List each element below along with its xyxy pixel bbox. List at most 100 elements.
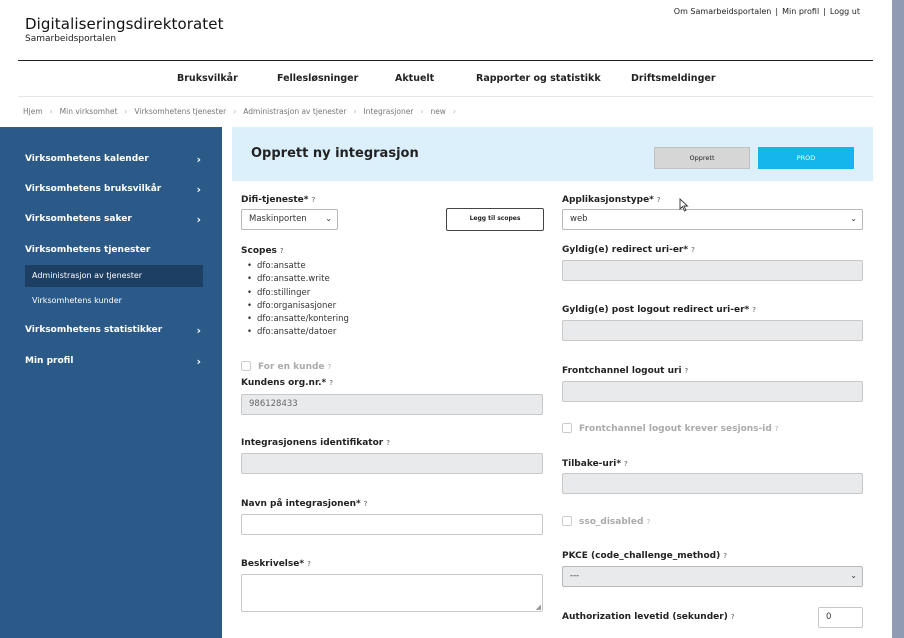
nav-aktuelt[interactable]: Aktuelt: [395, 73, 434, 84]
scopes-label-text: Scopes: [241, 246, 277, 256]
help-icon[interactable]: ?: [624, 460, 628, 468]
site-header: Digitaliseringsdirektoratet Samarbeidspo…: [0, 0, 892, 62]
help-icon[interactable]: ?: [386, 439, 390, 447]
difi-select[interactable]: Maskinporten ⌄: [241, 209, 338, 230]
postlogout-field[interactable]: [562, 320, 863, 341]
top-link-om[interactable]: Om Samarbeidsportalen: [674, 7, 772, 16]
help-icon[interactable]: ?: [364, 500, 368, 508]
frontchannel-session-row: Frontchannel logout krever sesjons-id?: [562, 423, 779, 434]
chevron-right-icon: ›: [196, 355, 201, 368]
apptype-select[interactable]: web ⌄: [562, 209, 863, 230]
help-icon[interactable]: ?: [723, 552, 727, 560]
site-logo-subtitle: Samarbeidsportalen: [25, 34, 117, 44]
sso-label: sso_disabled: [579, 517, 644, 527]
authlife-label-text: Authorization levetid (sekunder): [562, 612, 728, 622]
nav-felleslosninger[interactable]: Fellesløsninger: [277, 73, 358, 84]
list-item: dfo:ansatte/datoer: [247, 327, 349, 340]
sidebar-item-tjenester[interactable]: Virksomhetens tjenester: [25, 245, 205, 255]
tilbake-label: Tilbake-uri*?: [562, 459, 628, 469]
identifikator-label: Integrasjonens identifikator?: [241, 438, 390, 448]
frontchannel-label-text: Frontchannel logout uri: [562, 366, 682, 376]
orgnr-label-text: Kundens org.nr.*: [241, 378, 327, 388]
scopes-list: dfo:ansatte dfo:ansatte.write dfo:stilli…: [247, 261, 349, 341]
redirect-label: Gyldig(e) redirect uri-er*?: [562, 245, 695, 255]
for-kunde-checkbox[interactable]: [241, 361, 251, 371]
sidebar-item-label: Virksomhetens tjenester: [25, 245, 151, 255]
page-title: Opprett ny integrasjon: [251, 146, 419, 161]
frontchannel-field[interactable]: [562, 381, 863, 402]
navn-field[interactable]: [241, 514, 543, 535]
prod-button[interactable]: PROD: [758, 147, 854, 169]
breadcrumb-administrasjon[interactable]: Administrasjon av tjenester: [243, 107, 346, 116]
apptype-select-value: web: [570, 214, 588, 224]
breadcrumb-min-virksomhet[interactable]: Min virksomhet: [60, 107, 118, 116]
scopes-label: Scopes?: [241, 246, 284, 256]
opprett-button[interactable]: Opprett: [654, 147, 750, 169]
sidebar-subitem-administrasjon[interactable]: Administrasjon av tjenester: [25, 265, 203, 287]
list-item: dfo:ansatte.write: [247, 274, 349, 287]
beskrivelse-textarea[interactable]: ◢: [241, 574, 543, 612]
help-icon[interactable]: ?: [280, 247, 284, 255]
identifikator-field[interactable]: [241, 453, 543, 474]
help-icon[interactable]: ?: [657, 196, 661, 204]
help-icon[interactable]: ?: [752, 306, 756, 314]
redirect-label-text: Gyldig(e) redirect uri-er*: [562, 245, 689, 255]
chevron-right-icon: ›: [196, 153, 201, 166]
sso-row: sso_disabled?: [562, 516, 650, 527]
breadcrumb-tjenester[interactable]: Virksomhetens tjenester: [134, 107, 226, 116]
sidebar-item-bruksvilkar[interactable]: Virksomhetens bruksvilkår ›: [25, 183, 205, 196]
help-icon[interactable]: ?: [311, 196, 315, 204]
breadcrumb-hjem[interactable]: Hjem: [23, 107, 43, 116]
frontchannel-label: Frontchannel logout uri?: [562, 366, 688, 376]
help-icon[interactable]: ?: [775, 425, 779, 433]
top-link-min-profil[interactable]: Min profil: [782, 7, 819, 16]
identifikator-label-text: Integrasjonens identifikator: [241, 438, 384, 448]
help-icon[interactable]: ?: [646, 518, 650, 526]
nav-bruksvilkar[interactable]: Bruksvilkår: [177, 73, 238, 84]
help-icon[interactable]: ?: [307, 560, 311, 568]
main-nav: Bruksvilkår Fellesløsninger Aktuelt Rapp…: [0, 61, 892, 97]
sidebar-item-min-profil[interactable]: Min profil ›: [25, 355, 205, 368]
chevron-down-icon: ⌄: [325, 214, 332, 223]
sidebar: Virksomhetens kalender › Virksomhetens br…: [0, 127, 222, 638]
sidebar-subitem-kunder[interactable]: Virksomhetens kunder: [25, 290, 203, 312]
resize-grip-icon[interactable]: ◢: [536, 603, 541, 611]
breadcrumb: Hjem › Min virksomhet › Virksomhetens tjenes…: [23, 107, 456, 116]
nav-rapporter[interactable]: Rapporter og statistikk: [476, 73, 601, 84]
sidebar-item-label: Virksomhetens statistikker: [25, 325, 163, 335]
list-item: dfo:ansatte/kontering: [247, 314, 349, 327]
sidebar-item-kalender[interactable]: Virksomhetens kalender ›: [25, 153, 205, 166]
breadcrumb-new: new: [430, 107, 446, 116]
authlife-label: Authorization levetid (sekunder)?: [562, 612, 735, 622]
site-logo-title[interactable]: Digitaliseringsdirektoratet: [25, 15, 224, 33]
for-kunde-row: For en kunde?: [241, 361, 331, 372]
sidebar-item-saker[interactable]: Virksomhetens saker ›: [25, 213, 205, 226]
top-link-logg-ut[interactable]: Logg ut: [830, 7, 860, 16]
frontchannel-session-label: Frontchannel logout krever sesjons-id: [579, 424, 772, 434]
help-icon[interactable]: ?: [691, 246, 695, 254]
navn-label-text: Navn på integrasjonen*: [241, 499, 361, 509]
chevron-right-icon: ›: [196, 324, 201, 337]
top-links: Om Samarbeidsportalen | Min profil | Logg ut: [673, 7, 860, 16]
help-icon[interactable]: ?: [328, 363, 332, 371]
orgnr-field[interactable]: 986128433: [241, 394, 543, 415]
add-scopes-button[interactable]: Legg til scopes: [446, 208, 544, 231]
help-icon[interactable]: ?: [329, 379, 333, 387]
chevron-right-icon: ›: [196, 183, 201, 196]
difi-select-value: Maskinporten: [249, 214, 307, 224]
sidebar-item-statistikker[interactable]: Virksomhetens statistikker ›: [25, 324, 205, 337]
scrollbar[interactable]: [892, 0, 904, 638]
list-item: dfo:stillinger: [247, 288, 349, 301]
redirect-field[interactable]: [562, 260, 863, 281]
tilbake-field[interactable]: [562, 473, 863, 494]
breadcrumb-integrasjoner[interactable]: Integrasjoner: [363, 107, 413, 116]
postlogout-label: Gyldig(e) post logout redirect uri-er*?: [562, 305, 756, 315]
pkce-select[interactable]: --- ⌄: [562, 566, 863, 587]
sso-checkbox[interactable]: [562, 516, 572, 526]
authlife-field[interactable]: 0: [818, 607, 863, 628]
nav-driftsmeldinger[interactable]: Driftsmeldinger: [631, 73, 716, 84]
pkce-label-text: PKCE (code_challenge_method): [562, 551, 721, 561]
frontchannel-session-checkbox[interactable]: [562, 423, 572, 433]
help-icon[interactable]: ?: [731, 613, 735, 621]
help-icon[interactable]: ?: [685, 367, 689, 375]
